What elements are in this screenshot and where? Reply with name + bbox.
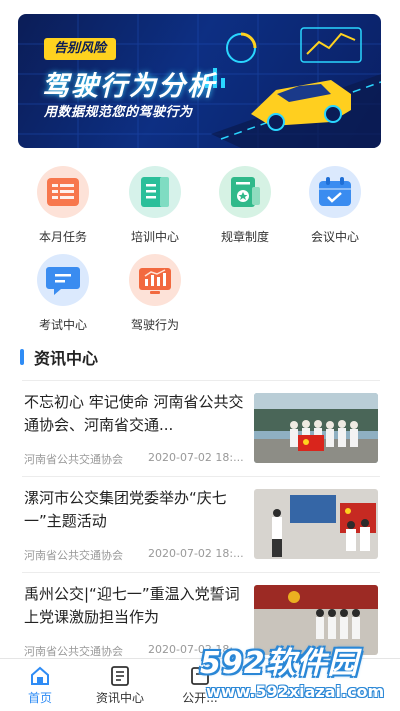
menu-item-label: 规章制度 — [220, 230, 269, 244]
news-item[interactable]: 不忘初心 牢记使命 河南省公共交通协会、河南省交通... 河南省公共交通协会 2… — [22, 380, 380, 476]
menu-item-exam-center[interactable]: 考试中心 — [18, 254, 108, 333]
task-list-icon — [37, 166, 89, 218]
banner-tag: 告别风险 — [44, 38, 117, 60]
section-accent-bar — [20, 349, 24, 365]
news-item[interactable]: 漯河市公交集团党委举办“庆七一”主题活动 河南省公共交通协会 2020-07-0… — [22, 476, 380, 572]
menu-item-label: 培训中心 — [130, 230, 179, 244]
chart-icon — [129, 254, 181, 306]
site-watermark: 592软件园 www.592xiazai.com — [196, 636, 400, 711]
news-section-header: 资讯中心 — [20, 345, 98, 369]
news-thumbnail — [254, 489, 378, 559]
news-title: 禹州公交|“迎七一”重温入党誓词 上党课激励担当作为 — [24, 585, 240, 626]
tab-label: 资讯中心 — [95, 691, 144, 705]
news-date: 2020-07-02 18:... — [148, 451, 244, 464]
news-title: 漯河市公交集团党委举办“庆七一”主题活动 — [24, 489, 227, 530]
section-title: 资讯中心 — [34, 349, 99, 368]
tab-news-center[interactable]: 资讯中心 — [80, 665, 160, 706]
banner-title: 驾驶行为分析 — [42, 71, 216, 102]
exam-chat-icon — [37, 254, 89, 306]
news-icon — [80, 665, 160, 687]
news-source: 河南省公共交通协会 — [24, 549, 123, 562]
news-date: 2020-07-02 18:... — [148, 547, 244, 560]
menu-item-label: 驾驶行为 — [130, 318, 179, 332]
book-icon — [129, 166, 181, 218]
watermark-brand: 592软件园 — [200, 646, 359, 681]
tab-home[interactable]: 首页 — [0, 665, 80, 706]
news-title: 不忘初心 牢记使命 河南省公共交通协会、河南省交通... — [24, 393, 244, 434]
menu-item-training-center[interactable]: 培训中心 — [110, 166, 200, 245]
home-icon — [0, 665, 80, 687]
promo-banner[interactable]: 告别风险 驾驶行为分析 用数据规范您的驾驶行为 — [18, 14, 381, 148]
menu-item-regulations[interactable]: 规章制度 — [200, 166, 290, 245]
menu-item-label: 会议中心 — [310, 230, 359, 244]
certificate-icon — [219, 166, 271, 218]
menu-item-monthly-tasks[interactable]: 本月任务 — [18, 166, 108, 245]
menu-item-label: 考试中心 — [38, 318, 87, 332]
menu-item-driving-behavior[interactable]: 驾驶行为 — [110, 254, 200, 333]
news-thumbnail — [254, 393, 378, 463]
news-source: 河南省公共交通协会 — [24, 645, 123, 658]
menu-item-label: 本月任务 — [38, 230, 87, 244]
menu-item-meeting-center[interactable]: 会议中心 — [290, 166, 380, 245]
banner-subtitle: 用数据规范您的驾驶行为 — [44, 105, 193, 120]
tab-label: 首页 — [27, 691, 52, 705]
news-source: 河南省公共交通协会 — [24, 453, 123, 466]
watermark-url: www.592xiazai.com — [206, 682, 385, 701]
calendar-icon — [309, 166, 361, 218]
